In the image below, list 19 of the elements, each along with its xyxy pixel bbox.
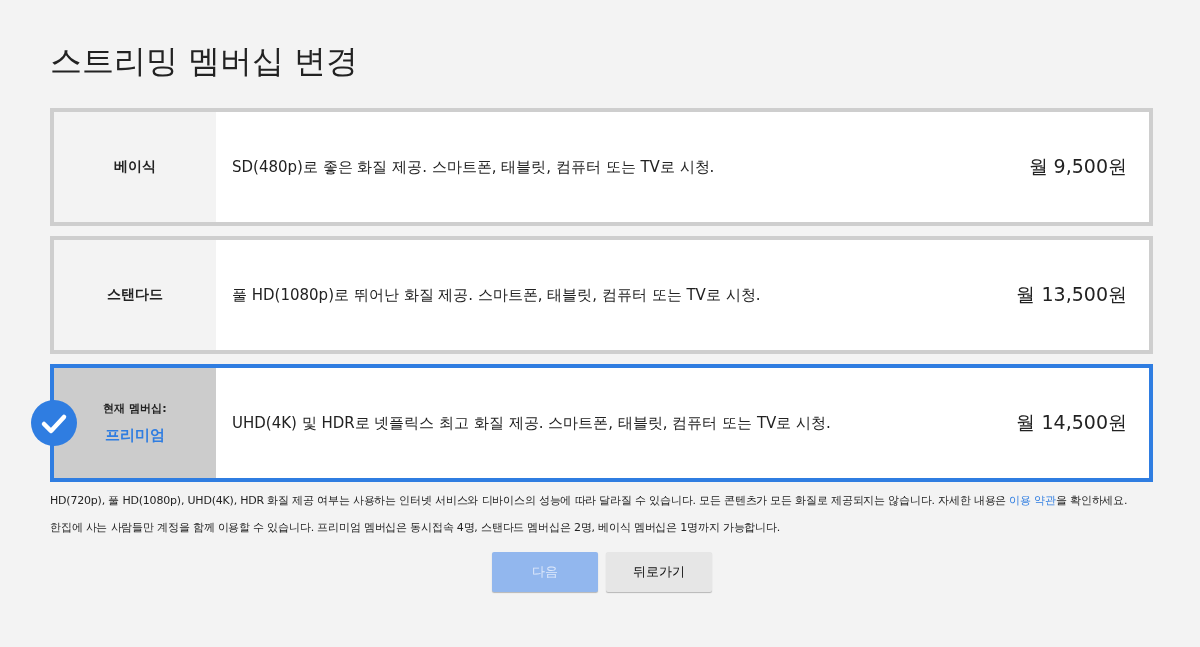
plan-option[interactable]: 베이식 SD(480p)로 좋은 화질 제공. 스마트폰, 태블릿, 컴퓨터 또는 TV로 시청. 월 9,500원 (50, 108, 1153, 226)
plan-price: 월 13,500원 (1016, 282, 1127, 307)
terms-link[interactable]: 이용 약관 (1009, 494, 1056, 507)
plan-name: 프리미엄 (105, 426, 165, 445)
plan-name: 스탠다드 (107, 286, 163, 304)
plan-description: SD(480p)로 좋은 화질 제공. 스마트폰, 태블릿, 컴퓨터 또는 TV로 시청. (232, 157, 715, 177)
plan-name: 베이식 (114, 158, 156, 176)
plan-price: 월 9,500원 (1028, 154, 1127, 179)
plan-description: 풀 HD(1080p)로 뛰어난 화질 제공. 스마트폰, 태블릿, 컴퓨터 또는 TV로 시청. (232, 285, 761, 305)
back-button[interactable]: 뒤로가기 (605, 552, 712, 592)
plan-price: 월 14,500원 (1016, 410, 1127, 435)
page-title: 스트리밍 멤버십 변경 (50, 41, 360, 82)
plan-description: UHD(4K) 및 HDR로 넷플릭스 최고 화질 제공. 스마트폰, 태블릿, 컴퓨터 또는 TV로 시청. (232, 413, 831, 433)
plan-option[interactable]: 스탠다드 풀 HD(1080p)로 뛰어난 화질 제공. 스마트폰, 태블릿, 컴퓨터 또는 TV로 시청. 월 13,500원 (50, 236, 1153, 354)
note-text: HD(720p), 풀 HD(1080p), UHD(4K), HDR 화질 제공 여부는 사용하는 인터넷 서비스와 디바이스의 성능에 따라 달라질 수 있습니다. 모든 콘텐츠가 모든 화질로 제공되지는 않습니다. 자세한 내용은 이용 약관을 확인하세요. (50, 493, 1129, 509)
check-icon (30, 399, 78, 447)
current-plan-label: 현재 멤버십: (103, 401, 167, 416)
plan-option[interactable]: 현재 멤버십: 프리미엄 UHD(4K) 및 HDR로 넷플릭스 최고 화질 제공. 스마트폰, 태블릿, 컴퓨터 또는 TV로 시청. 월 14,500원 (50, 364, 1153, 482)
note-text: 한집에 사는 사람들만 계정을 함께 이용할 수 있습니다. 프리미엄 멤버십은 동시접속 4명, 스탠다드 멤버십은 2명, 베이식 멤버십은 1명까지 가능합니다. (50, 520, 782, 536)
